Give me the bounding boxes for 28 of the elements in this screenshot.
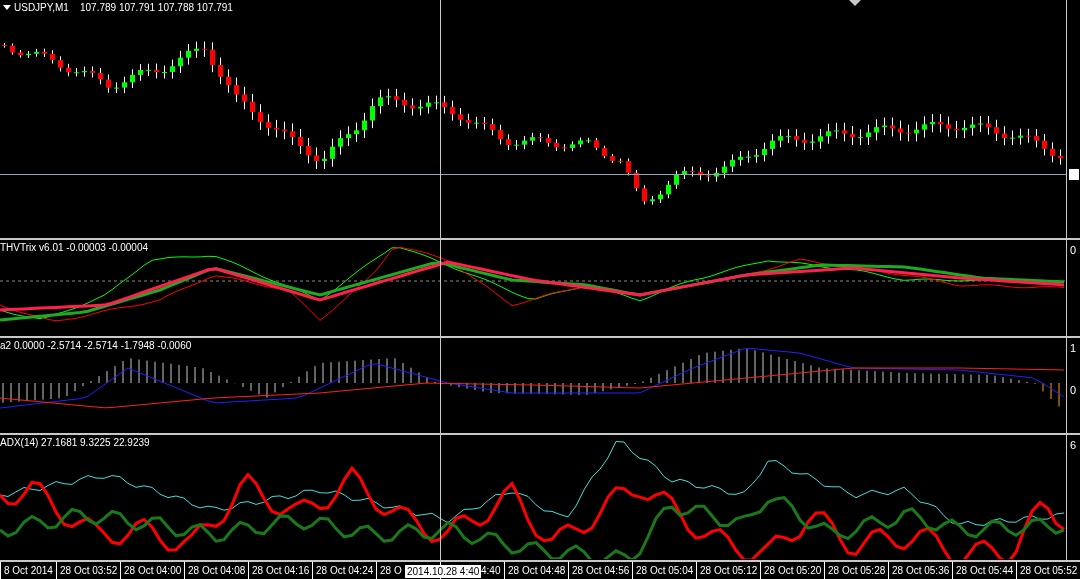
time-label: 28 Oct 03:52: [56, 562, 120, 579]
axis-label: 0: [1070, 244, 1078, 257]
time-label: 28 Oct 04:24: [312, 562, 376, 579]
price-marker: [1069, 169, 1079, 180]
time-label: 28 Oct 04:48: [504, 562, 568, 579]
axis-label: 6: [1070, 438, 1078, 451]
time-label: 28 Oct 05:12: [696, 562, 760, 579]
symbol-label: USDJPY,M1: [14, 2, 69, 13]
time-label: 28 Oct 05:52: [1016, 562, 1080, 579]
time-label: 28 Oct 05:36: [888, 562, 952, 579]
axis-label: 1: [1070, 341, 1078, 354]
time-label: 28 Oct 04:16: [248, 562, 312, 579]
time-label: 28 Oct 04:56: [568, 562, 632, 579]
indicator-label: ADX(14) 27.1681 9.3225 22.9239: [0, 436, 150, 448]
crosshair-time-label: 2014.10.28 4:40: [405, 565, 482, 578]
dropdown-triangle-icon[interactable]: [2, 4, 12, 12]
time-label: 28 Oct 04:00: [120, 562, 184, 579]
axis-label: 0: [1070, 383, 1078, 396]
indicator-label: a2 0.0000 -2.5714 -2.5714 -1.7948 -0.0060: [0, 339, 192, 351]
ohlc-values: 107.789 107.791 107.788 107.791: [80, 2, 233, 13]
time-label: 28 Oct 04:08: [184, 562, 248, 579]
time-label: 28 Oct 05:04: [632, 562, 696, 579]
triangle-marker-icon: [849, 0, 861, 8]
time-label: 28 Oct 05:28: [824, 562, 888, 579]
indicator-label: THVTrix v6.01 -0.00003 -0.00004: [0, 242, 149, 254]
time-label: 28 Oct 05:20: [760, 562, 824, 579]
time-label: 28 Oct 05:44: [952, 562, 1016, 579]
time-label: 8 Oct 2014: [0, 562, 56, 579]
